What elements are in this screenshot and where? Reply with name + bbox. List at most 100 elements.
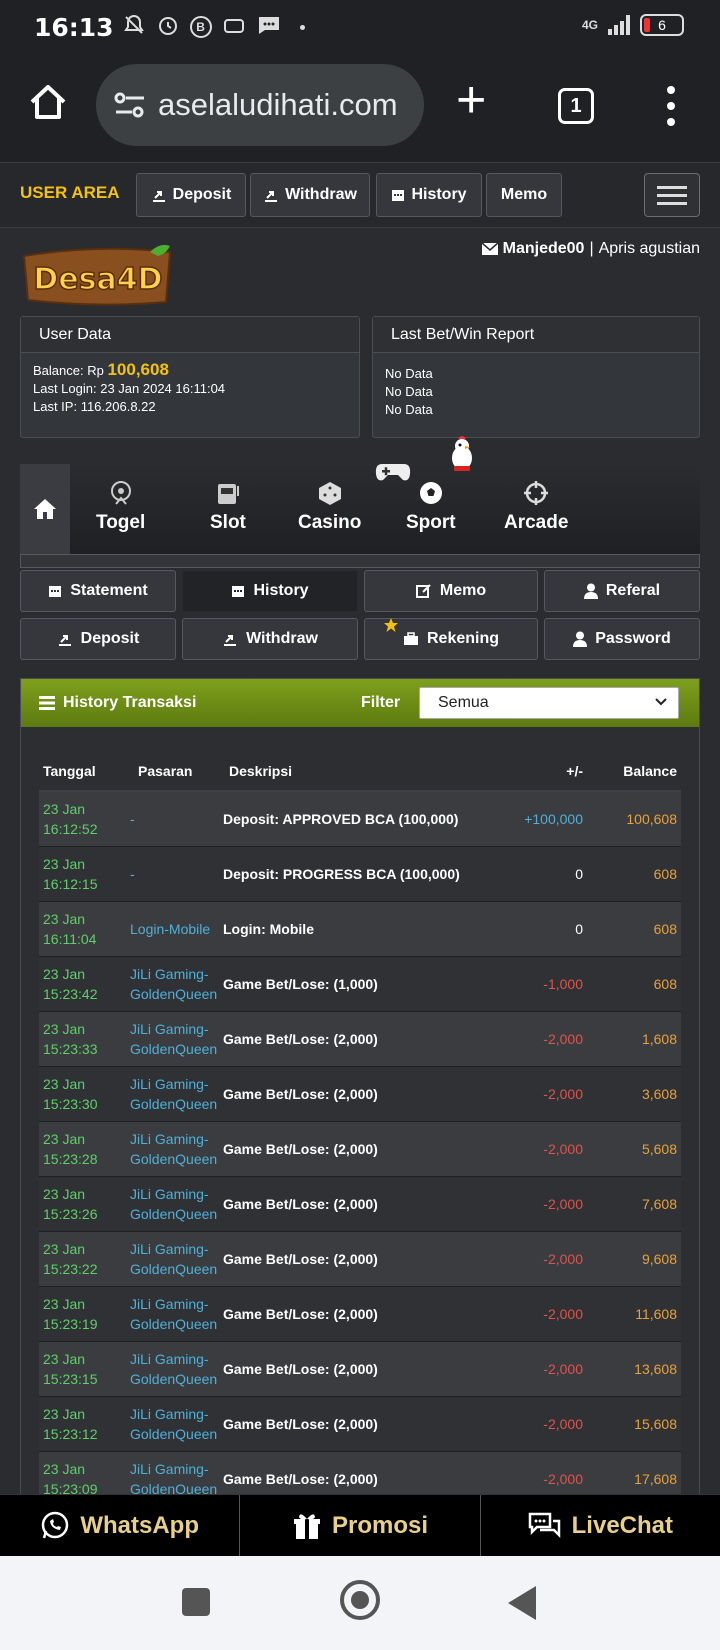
table-row: 23 Jan 15:23:30 JiLi Gaming- GoldenQueen Gam…	[39, 1066, 681, 1122]
game-tab-togel[interactable]: Togel	[96, 480, 145, 534]
user-separator: |	[589, 240, 594, 257]
row-pasaran[interactable]: JiLi Gaming- GoldenQueen	[130, 956, 223, 1012]
nav-history-button[interactable]: History	[376, 173, 482, 217]
new-tab-icon[interactable]: +	[456, 74, 486, 126]
row-date-day: 23 Jan	[43, 855, 86, 872]
soccer-ball-icon	[419, 482, 442, 504]
deposit-button[interactable]: Deposit	[20, 618, 176, 660]
row-pasaran[interactable]: JiLi Gaming- GoldenQueen	[130, 1011, 223, 1067]
user-data-title: User Data	[21, 317, 359, 353]
envelope-icon[interactable]	[481, 242, 498, 256]
row-pasaran[interactable]: JiLi Gaming- GoldenQueen	[130, 1066, 223, 1122]
status-time: 16:13	[34, 12, 114, 42]
user-fullname: Apris agustian	[598, 240, 700, 257]
row-pasaran[interactable]: JiLi Gaming- GoldenQueen	[130, 1396, 223, 1452]
row-pasaran[interactable]: JiLi Gaming- GoldenQueen	[130, 1231, 223, 1287]
row-pasaran[interactable]: JiLi Gaming- GoldenQueen	[130, 1286, 223, 1342]
col-amount: +/-	[503, 751, 593, 792]
row-date-time: 16:11:04	[43, 930, 97, 947]
home-icon[interactable]	[28, 82, 68, 122]
row-date-time: 16:12:52	[43, 820, 98, 837]
row-date-day: 23 Jan	[43, 910, 86, 927]
password-button[interactable]: Password	[544, 618, 700, 660]
row-amount: -2,000	[503, 1176, 593, 1232]
site-settings-icon[interactable]	[114, 91, 146, 119]
row-balance: 9,608	[593, 1231, 681, 1287]
lottery-wheel-icon	[110, 481, 131, 505]
briefcase-icon	[403, 632, 418, 645]
row-pasaran-line1: JiLi Gaming-	[130, 1295, 209, 1312]
balance-row: Balance: Rp 100,608	[33, 361, 347, 380]
row-pasaran-line2: GoldenQueen	[130, 1425, 218, 1442]
row-pasaran[interactable]: JiLi Gaming- GoldenQueen	[130, 1176, 223, 1232]
url-text: aselaludihati.com	[158, 87, 398, 122]
table-row: 23 Jan 16:11:04 Login-Mobile Login: Mobile 0…	[39, 901, 681, 957]
row-pasaran[interactable]: Login-Mobile	[130, 901, 223, 957]
recents-button[interactable]	[182, 1588, 210, 1616]
row-pasaran[interactable]: JiLi Gaming- GoldenQueen	[130, 1121, 223, 1177]
row-date: 23 Jan 15:23:15	[39, 1341, 130, 1397]
nav-memo-button[interactable]: Memo	[486, 173, 562, 217]
filter-select[interactable]: Semua	[419, 687, 679, 719]
row-date: 23 Jan 16:12:15	[39, 846, 130, 902]
game-tab-casino[interactable]: Casino	[298, 480, 361, 534]
filter-value: Semua	[438, 694, 489, 711]
user-icon	[573, 631, 588, 647]
table-row: 23 Jan 15:23:33 JiLi Gaming- GoldenQueen Gam…	[39, 1011, 681, 1067]
whatsapp-button[interactable]: WhatsApp	[0, 1495, 241, 1556]
row-pasaran[interactable]: -	[130, 846, 223, 902]
row-balance: 608	[593, 901, 681, 957]
edit-icon	[415, 584, 431, 598]
user-data-panel: User Data Balance: Rp 100,608 Last Login…	[20, 316, 360, 438]
withdraw-button[interactable]: Withdraw	[182, 618, 358, 660]
site-logo[interactable]: Desa4D	[20, 242, 176, 308]
game-tab-sport[interactable]: Sport	[406, 480, 456, 534]
row-date-day: 23 Jan	[43, 1240, 86, 1257]
row-date-day: 23 Jan	[43, 1075, 86, 1092]
crosshair-icon	[524, 481, 549, 505]
withdraw-icon	[265, 191, 278, 202]
signal-icon	[608, 15, 630, 35]
row-amount: -2,000	[503, 1341, 593, 1397]
row-pasaran-line2: GoldenQueen	[130, 1040, 218, 1057]
row-pasaran-line1: JiLi Gaming-	[130, 1240, 209, 1257]
row-date-time: 15:23:42	[43, 985, 98, 1002]
last-bet-line: No Data	[385, 366, 433, 381]
tab-switcher-button[interactable]: 1	[558, 88, 594, 124]
col-tanggal: Tanggal	[39, 751, 130, 792]
hamburger-menu-icon[interactable]	[644, 173, 700, 217]
game-tab-arcade[interactable]: Arcade	[504, 480, 568, 534]
row-amount: -2,000	[503, 1396, 593, 1452]
row-date-time: 15:23:33	[43, 1040, 98, 1057]
history-button[interactable]: History	[182, 570, 358, 612]
battery-level: 6	[658, 17, 666, 33]
game-tab-slot[interactable]: Slot	[210, 480, 246, 534]
last-bet-panel: Last Bet/Win Report No Data No Data No D…	[372, 316, 700, 438]
row-date: 23 Jan 15:23:33	[39, 1011, 130, 1067]
chicken-icon	[448, 434, 476, 477]
row-date-time: 15:23:22	[43, 1260, 98, 1277]
row-date-time: 15:23:15	[43, 1370, 98, 1387]
promosi-button[interactable]: Promosi	[240, 1495, 481, 1556]
games-home-tab[interactable]	[20, 464, 70, 554]
menu-icon[interactable]	[666, 86, 676, 126]
row-deskripsi: Deposit: PROGRESS BCA (100,000)	[223, 846, 503, 902]
last-ip: Last IP: 116.206.8.22	[33, 399, 156, 414]
memo-button[interactable]: Memo	[364, 570, 538, 612]
row-pasaran-line2: GoldenQueen	[130, 1315, 218, 1332]
referal-button[interactable]: Referal	[544, 570, 700, 612]
nav-withdraw-button[interactable]: Withdraw	[250, 173, 370, 217]
nav-deposit-button[interactable]: Deposit	[136, 173, 246, 217]
livechat-button[interactable]: LiveChat	[481, 1495, 720, 1556]
rekening-button[interactable]: Rekening	[364, 618, 538, 660]
row-date: 23 Jan 15:23:22	[39, 1231, 130, 1287]
bottom-contact-bar: WhatsApp Promosi LiveChat	[0, 1494, 720, 1556]
row-pasaran[interactable]: -	[130, 791, 223, 847]
url-bar[interactable]: aselaludihati.com	[96, 64, 424, 146]
back-button[interactable]	[508, 1586, 536, 1620]
username: Manjede00	[502, 240, 585, 257]
row-amount: -2,000	[503, 1121, 593, 1177]
home-button[interactable]	[340, 1580, 380, 1620]
statement-button[interactable]: Statement	[20, 570, 176, 612]
row-pasaran[interactable]: JiLi Gaming- GoldenQueen	[130, 1341, 223, 1397]
